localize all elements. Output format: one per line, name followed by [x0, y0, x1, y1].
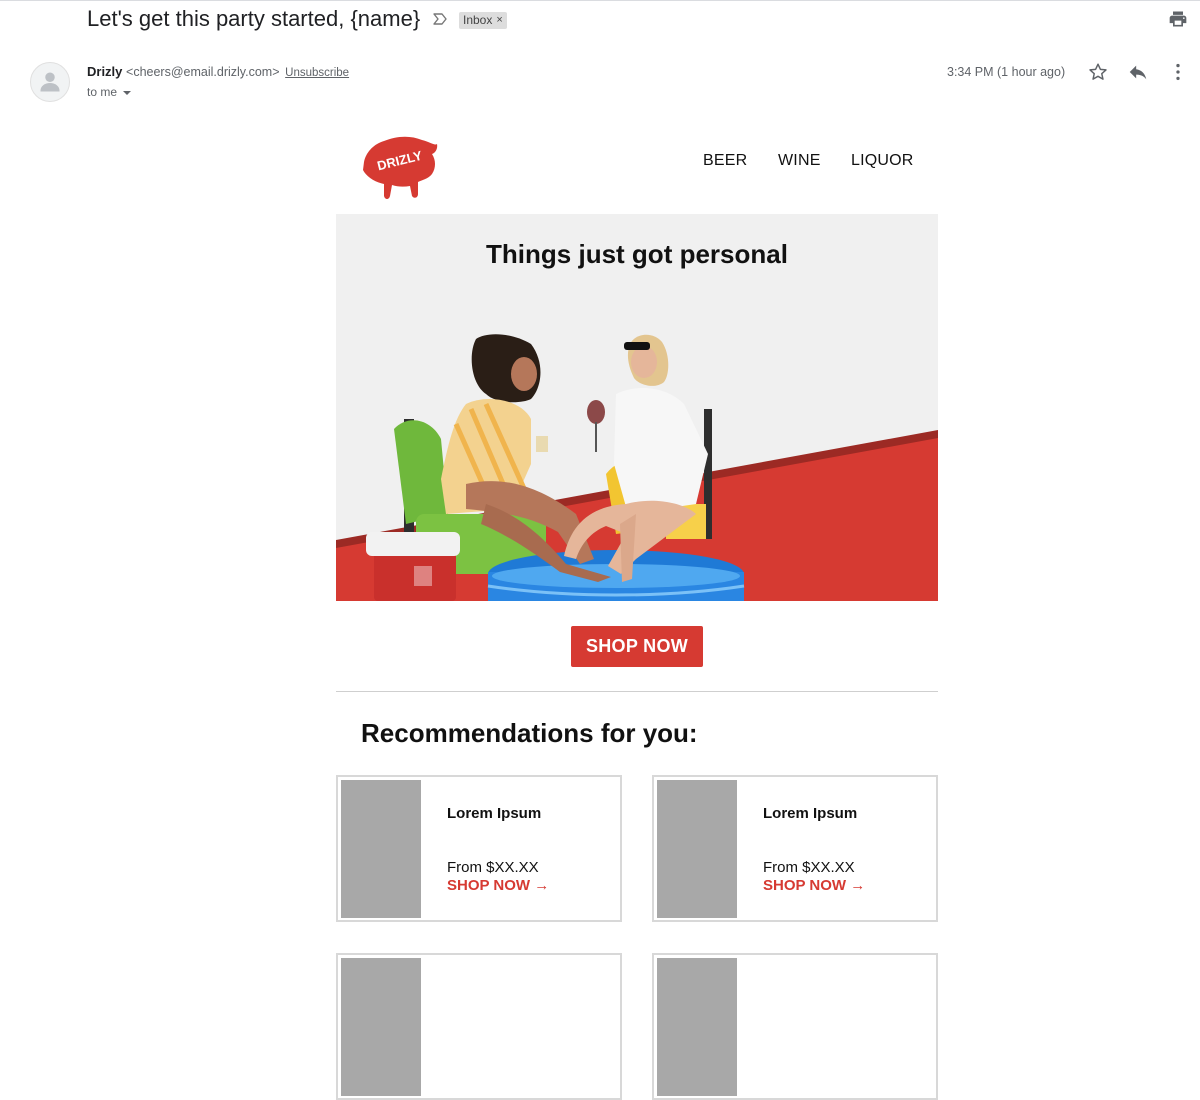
recommendations-title: Recommendations for you: — [361, 718, 698, 748]
product-shop-now-link[interactable]: SHOP NOW → — [447, 877, 549, 894]
label-arrow-icon[interactable] — [432, 11, 448, 27]
unsubscribe-link[interactable]: Unsubscribe — [285, 67, 349, 79]
product-name: Lorem Ipsum — [447, 805, 542, 822]
email-subject: Let's get this party started, {name} — [87, 6, 421, 31]
product-image-placeholder[interactable] — [657, 780, 737, 918]
hero-title: Things just got personal — [486, 239, 788, 269]
inbox-label-chip[interactable]: Inbox × — [459, 12, 507, 29]
sender-line: Drizly <cheers@email.drizly.com> Unsubsc… — [87, 64, 349, 79]
product-card[interactable]: Lorem Ipsum From $XX.XX SHOP NOW → — [652, 775, 938, 922]
sender-name[interactable]: Drizly — [87, 64, 122, 79]
product-name: Lorem Ipsum — [763, 805, 858, 822]
product-card[interactable] — [652, 953, 938, 1100]
product-price: From $XX.XX — [447, 859, 539, 876]
product-image-placeholder[interactable] — [341, 958, 421, 1096]
drizly-bear-logo[interactable]: DRIZLY — [360, 132, 440, 204]
recipient-text: to me — [87, 85, 118, 99]
remove-label-button[interactable]: × — [496, 12, 502, 29]
product-image-placeholder[interactable] — [657, 958, 737, 1096]
nav-beer[interactable]: BEER — [703, 152, 747, 170]
star-icon[interactable] — [1087, 61, 1109, 83]
hero-banner[interactable]: Things just got personal — [336, 214, 938, 601]
product-image-placeholder[interactable] — [341, 780, 421, 918]
nav-liquor[interactable]: LIQUOR — [851, 152, 914, 170]
inbox-label-text: Inbox — [463, 13, 493, 27]
chevron-down-icon — [123, 91, 132, 95]
product-price: From $XX.XX — [763, 859, 855, 876]
more-vert-icon[interactable] — [1167, 61, 1189, 83]
section-divider — [336, 691, 938, 692]
message-timestamp: 3:34 PM (1 hour ago) — [947, 65, 1066, 79]
hero-illustration — [336, 334, 938, 601]
bear-logo-icon: DRIZLY — [363, 136, 438, 199]
reply-icon[interactable] — [1127, 61, 1149, 83]
avatar-icon — [40, 72, 60, 92]
recipient-details-toggle[interactable]: to me — [87, 85, 132, 99]
top-border — [0, 0, 1200, 1]
product-card[interactable]: Lorem Ipsum From $XX.XX SHOP NOW → — [336, 775, 622, 922]
sender-email: <cheers@email.drizly.com> — [126, 65, 280, 79]
sender-avatar[interactable] — [30, 62, 70, 102]
shop-now-button[interactable]: SHOP NOW — [571, 626, 703, 667]
nav-wine[interactable]: WINE — [778, 152, 821, 170]
print-icon[interactable] — [1168, 9, 1188, 29]
product-shop-now-link[interactable]: SHOP NOW → — [763, 877, 865, 894]
product-card[interactable] — [336, 953, 622, 1100]
